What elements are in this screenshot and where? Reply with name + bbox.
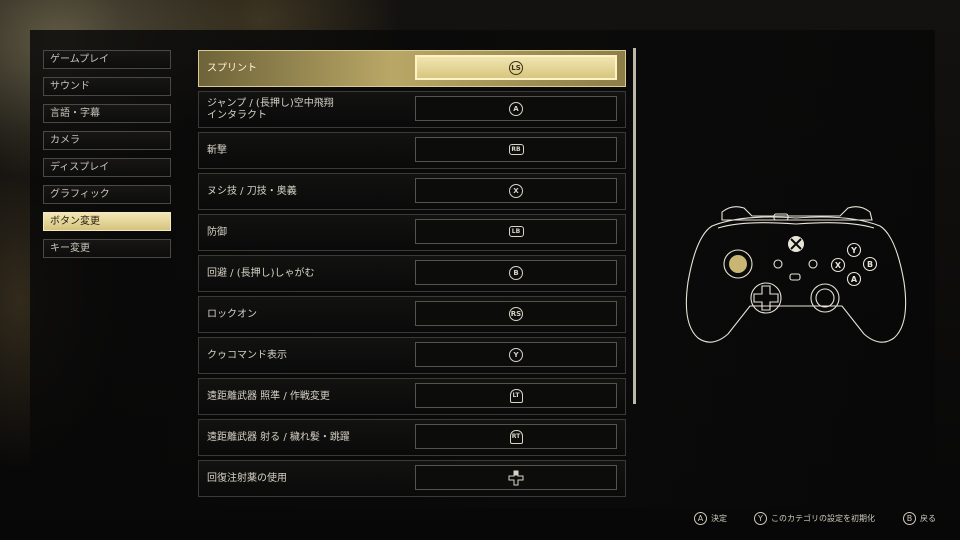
rt-trigger-icon: RT (509, 429, 523, 444)
footer-back-hint[interactable]: B 戻る (903, 510, 936, 526)
a-button-icon: A (694, 511, 707, 525)
footer-confirm-label: 決定 (711, 513, 727, 523)
sidebar-item-gameplay[interactable]: ゲームプレイ (43, 50, 171, 69)
binding-row-dodge[interactable]: 回避 / (長押し)しゃがむ B (198, 255, 626, 292)
binding-row-jump[interactable]: ジャンプ / (長押し)空中飛翔 インタラクト A (198, 91, 626, 128)
binding-action-label: 遠距離武器 射る / 穢れ髪・跳躍 (207, 431, 350, 443)
svg-text:B: B (867, 260, 873, 269)
y-button-icon: Y (509, 347, 523, 362)
binding-action-label: 回復注射薬の使用 (207, 472, 287, 484)
binding-row-heal[interactable]: 回復注射薬の使用 (198, 460, 626, 497)
binding-row-command[interactable]: クゥコマンド表示 Y (198, 337, 626, 374)
x-button-icon: X (509, 183, 523, 198)
sidebar-item-button-remap[interactable]: ボタン変更 (43, 212, 171, 231)
binding-list-scrollbar[interactable] (633, 48, 636, 404)
binding-slot[interactable]: LT (415, 383, 617, 408)
binding-slot[interactable]: RS (415, 301, 617, 326)
binding-row-ranged-aim[interactable]: 遠距離武器 照準 / 作戦変更 LT (198, 378, 626, 415)
binding-action-label: 斬撃 (207, 144, 227, 156)
svg-text:Y: Y (850, 246, 857, 255)
binding-row-lockon[interactable]: ロックオン RS (198, 296, 626, 333)
sidebar-item-graphics[interactable]: グラフィック (43, 185, 171, 204)
binding-row-slash[interactable]: 斬撃 RB (198, 132, 626, 169)
sidebar-item-sound[interactable]: サウンド (43, 77, 171, 96)
binding-slot[interactable]: Y (415, 342, 617, 367)
binding-slot[interactable]: LB (415, 219, 617, 244)
rb-bumper-icon: RB (508, 144, 524, 155)
dpad-up-icon (508, 470, 524, 486)
y-button-icon: Y (754, 511, 767, 525)
b-button-icon: B (509, 265, 523, 280)
binding-action-label: ジャンプ / (長押し)空中飛翔 インタラクト (207, 97, 334, 121)
left-stick-click-icon: LS (509, 60, 523, 75)
binding-action-label: ヌシ技 / 刀技・奥義 (207, 185, 297, 197)
lb-bumper-icon: LB (508, 226, 524, 237)
a-button-icon: A (509, 101, 523, 116)
footer-reset-label: このカテゴリの設定を初期化 (771, 513, 875, 523)
binding-slot[interactable]: RT (415, 424, 617, 449)
sidebar-item-camera[interactable]: カメラ (43, 131, 171, 150)
binding-slot[interactable]: X (415, 178, 617, 203)
binding-action-label: スプリント (207, 62, 257, 74)
svg-text:X: X (835, 261, 842, 270)
sidebar-item-display[interactable]: ディスプレイ (43, 158, 171, 177)
binding-action-label: 回避 / (長押し)しゃがむ (207, 267, 315, 279)
binding-slot[interactable] (415, 465, 617, 490)
binding-action-label: 防御 (207, 226, 227, 238)
lt-trigger-icon: LT (509, 388, 523, 403)
binding-row-ranged-fire[interactable]: 遠距離武器 射る / 穢れ髪・跳躍 RT (198, 419, 626, 456)
binding-slot[interactable]: LS (415, 55, 617, 80)
settings-category-sidebar: ゲームプレイ サウンド 言語・字幕 カメラ ディスプレイ グラフィック ボタン変… (43, 50, 171, 266)
binding-action-label: クゥコマンド表示 (207, 349, 287, 361)
binding-slot[interactable]: A (415, 96, 617, 121)
b-button-icon: B (903, 511, 916, 525)
binding-row-guard[interactable]: 防御 LB (198, 214, 626, 251)
binding-slot[interactable]: RB (415, 137, 617, 162)
binding-row-skill[interactable]: ヌシ技 / 刀技・奥義 X (198, 173, 626, 210)
binding-action-label: 遠距離武器 照準 / 作戦変更 (207, 390, 330, 402)
svg-text:A: A (851, 275, 858, 284)
binding-row-sprint[interactable]: スプリント LS (198, 50, 626, 87)
right-stick-click-icon: RS (509, 306, 523, 321)
binding-slot[interactable]: B (415, 260, 617, 285)
footer-back-label: 戻る (920, 513, 936, 523)
sidebar-item-key-remap[interactable]: キー変更 (43, 239, 171, 258)
footer-confirm-hint[interactable]: A 決定 (694, 510, 727, 526)
button-binding-list: スプリント LS ジャンプ / (長押し)空中飛翔 インタラクト A 斬撃 RB… (198, 50, 626, 501)
footer-reset-hint[interactable]: Y このカテゴリの設定を初期化 (754, 510, 875, 526)
sidebar-item-language-subtitles[interactable]: 言語・字幕 (43, 104, 171, 123)
controller-diagram: Y X B A (682, 202, 910, 352)
binding-action-label: ロックオン (207, 308, 257, 320)
